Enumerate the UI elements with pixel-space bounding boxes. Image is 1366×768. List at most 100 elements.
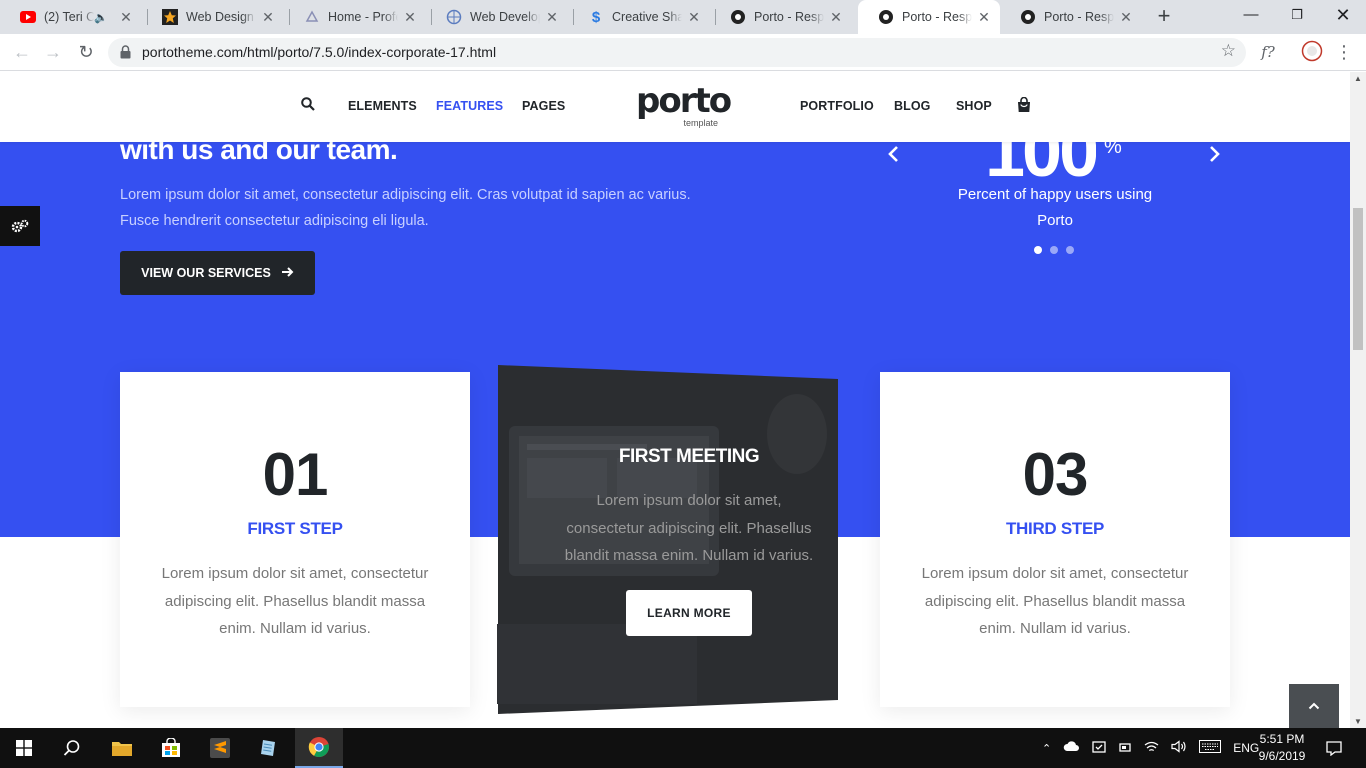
nav-shop[interactable]: SHOP xyxy=(956,99,992,113)
slider-dot[interactable] xyxy=(1034,246,1042,254)
logo-wordmark: porto xyxy=(636,81,732,121)
slider-next-arrow-icon[interactable] xyxy=(1208,144,1228,164)
site-header: ELEMENTS FEATURES PAGES porto template P… xyxy=(0,72,1350,142)
globe-favicon xyxy=(446,9,462,25)
browser-tab[interactable]: Porto - Respon ✕ xyxy=(1000,0,1142,34)
star-favicon xyxy=(162,9,178,25)
system-tray: ⌃ ENG xyxy=(1042,728,1259,768)
style-switcher-gears-icon[interactable] xyxy=(0,206,40,246)
top10-extension-icon[interactable] xyxy=(1300,40,1324,64)
browser-tab[interactable]: $ Creative Shape ✕ xyxy=(568,0,710,34)
close-tab-icon[interactable]: ✕ xyxy=(976,9,992,26)
close-tab-icon[interactable]: ✕ xyxy=(1118,9,1134,26)
close-tab-icon[interactable]: ✕ xyxy=(828,9,844,26)
nav-elements[interactable]: ELEMENTS xyxy=(348,99,417,113)
bookmark-star-icon[interactable]: ☆ xyxy=(1221,41,1236,61)
reload-icon[interactable]: ↻ xyxy=(74,40,98,64)
browser-tab[interactable]: (2) Teri Chi 🔈 ✕ xyxy=(0,0,142,34)
clock-date: 9/6/2019 xyxy=(1258,749,1306,763)
step-number: 03 xyxy=(1022,441,1089,508)
step-label: THIRD STEP xyxy=(1005,519,1105,538)
onedrive-cloud-icon[interactable] xyxy=(1063,741,1080,755)
formula-extension-icon[interactable]: f? xyxy=(1256,40,1280,64)
step-description: Lorem ipsum dolor sit amet, consectetur … xyxy=(921,565,1189,637)
store-icon[interactable] xyxy=(147,728,195,768)
wifi-icon[interactable] xyxy=(1144,741,1159,756)
scroll-down-arrow-icon[interactable]: ▼ xyxy=(1350,717,1366,726)
tab-title: Porto - Respon xyxy=(1044,10,1114,24)
slider-dot[interactable] xyxy=(1066,246,1074,254)
search-icon[interactable] xyxy=(301,97,315,116)
cart-bag-icon[interactable] xyxy=(1017,96,1031,118)
browser-tab[interactable]: Porto - Respon ✕ xyxy=(710,0,852,34)
address-bar[interactable]: portotheme.com/html/porto/7.5.0/index-co… xyxy=(108,38,1246,67)
chevron-up-icon[interactable]: ⌃ xyxy=(1042,742,1051,755)
page-viewport: ELEMENTS FEATURES PAGES porto template P… xyxy=(0,72,1350,728)
close-tab-icon[interactable]: ✕ xyxy=(686,9,702,26)
slider-dots xyxy=(1034,246,1074,254)
step-number: 01 xyxy=(262,441,329,508)
nav-features[interactable]: FEATURES xyxy=(436,99,503,113)
notepad-icon[interactable] xyxy=(245,728,293,768)
keyboard-icon[interactable] xyxy=(1199,740,1222,756)
restore-button[interactable]: ❐ xyxy=(1274,0,1320,32)
close-tab-icon[interactable]: ✕ xyxy=(402,9,418,26)
file-explorer-icon[interactable] xyxy=(98,728,146,768)
battery-icon[interactable] xyxy=(1118,741,1132,756)
tab-title: (2) Teri Chi xyxy=(44,10,95,24)
tab-title: Porto - Respon xyxy=(754,10,824,24)
tab-title: Creative Shape xyxy=(612,10,682,24)
view-our-services-button[interactable]: VIEW OUR SERVICES xyxy=(120,251,315,295)
scrollbar-thumb[interactable] xyxy=(1353,208,1363,350)
meeting-title: FIRST MEETING xyxy=(618,446,760,467)
chevron-up-icon xyxy=(1308,697,1320,715)
s-favicon: $ xyxy=(591,8,601,26)
taskbar-clock[interactable]: 5:51 PM 9/6/2019 xyxy=(1252,731,1312,765)
browser-tab[interactable]: Home - Profes ✕ xyxy=(284,0,426,34)
close-tab-icon[interactable]: ✕ xyxy=(260,9,276,26)
logo-subtitle: template xyxy=(683,118,718,128)
button-label: VIEW OUR SERVICES xyxy=(141,266,271,280)
scroll-up-arrow-icon[interactable]: ▲ xyxy=(1350,74,1366,83)
step-card-first: 01 FIRST STEP Lorem ipsum dolor sit amet… xyxy=(120,372,470,707)
learn-more-button[interactable]: LEARN MORE xyxy=(626,590,752,636)
shield-badge-icon[interactable] xyxy=(1092,740,1106,757)
back-arrow-icon[interactable]: ← xyxy=(10,40,34,64)
porto-logo[interactable]: porto template xyxy=(636,81,732,128)
volume-icon[interactable] xyxy=(1171,740,1187,756)
slider-dot[interactable] xyxy=(1050,246,1058,254)
nav-blog[interactable]: BLOG xyxy=(894,99,931,113)
speaker-icon[interactable]: 🔈 xyxy=(94,11,108,24)
browser-tab[interactable]: Web Design 30 ✕ xyxy=(142,0,284,34)
hero-text: Lorem ipsum dolor sit amet, consectetur … xyxy=(120,187,691,229)
scroll-to-top-button[interactable] xyxy=(1289,684,1339,728)
page-scrollbar[interactable]: ▲ ▼ xyxy=(1350,72,1366,728)
search-icon[interactable] xyxy=(48,728,96,768)
nav-pages[interactable]: PAGES xyxy=(522,99,565,113)
porto-favicon xyxy=(730,9,746,25)
tab-title: Home - Profes xyxy=(328,10,398,24)
close-window-button[interactable]: ✕ xyxy=(1320,0,1366,32)
sublime-text-icon[interactable] xyxy=(196,728,244,768)
tab-title: Web Develope xyxy=(470,10,540,24)
nav-portfolio[interactable]: PORTFOLIO xyxy=(800,99,874,113)
windows-start-icon[interactable] xyxy=(0,728,48,768)
close-tab-icon[interactable]: ✕ xyxy=(118,9,134,26)
tab-title: Porto - Respon xyxy=(902,10,972,24)
porto-favicon xyxy=(878,9,894,25)
chrome-menu-icon[interactable]: ⋮ xyxy=(1332,40,1356,64)
browser-tab[interactable]: Web Develope ✕ xyxy=(426,0,568,34)
step-label: FIRST STEP xyxy=(247,519,343,538)
meeting-description: Lorem ipsum dolor sit amet, consectetur … xyxy=(564,492,814,564)
forward-arrow-icon[interactable]: → xyxy=(41,40,65,64)
notifications-icon[interactable] xyxy=(1322,728,1346,768)
lock-icon[interactable] xyxy=(120,45,131,64)
chrome-taskbar-icon[interactable] xyxy=(295,728,343,768)
step-card-third: 03 THIRD STEP Lorem ipsum dolor sit amet… xyxy=(880,372,1230,707)
tab-title: Web Design 30 xyxy=(186,10,256,24)
close-tab-icon[interactable]: ✕ xyxy=(544,9,560,26)
minimize-button[interactable]: — xyxy=(1228,0,1274,32)
new-tab-button[interactable]: + xyxy=(1152,5,1176,29)
slider-prev-arrow-icon[interactable] xyxy=(886,144,906,164)
browser-tab-active[interactable]: Porto - Respon ✕ xyxy=(858,0,1000,34)
